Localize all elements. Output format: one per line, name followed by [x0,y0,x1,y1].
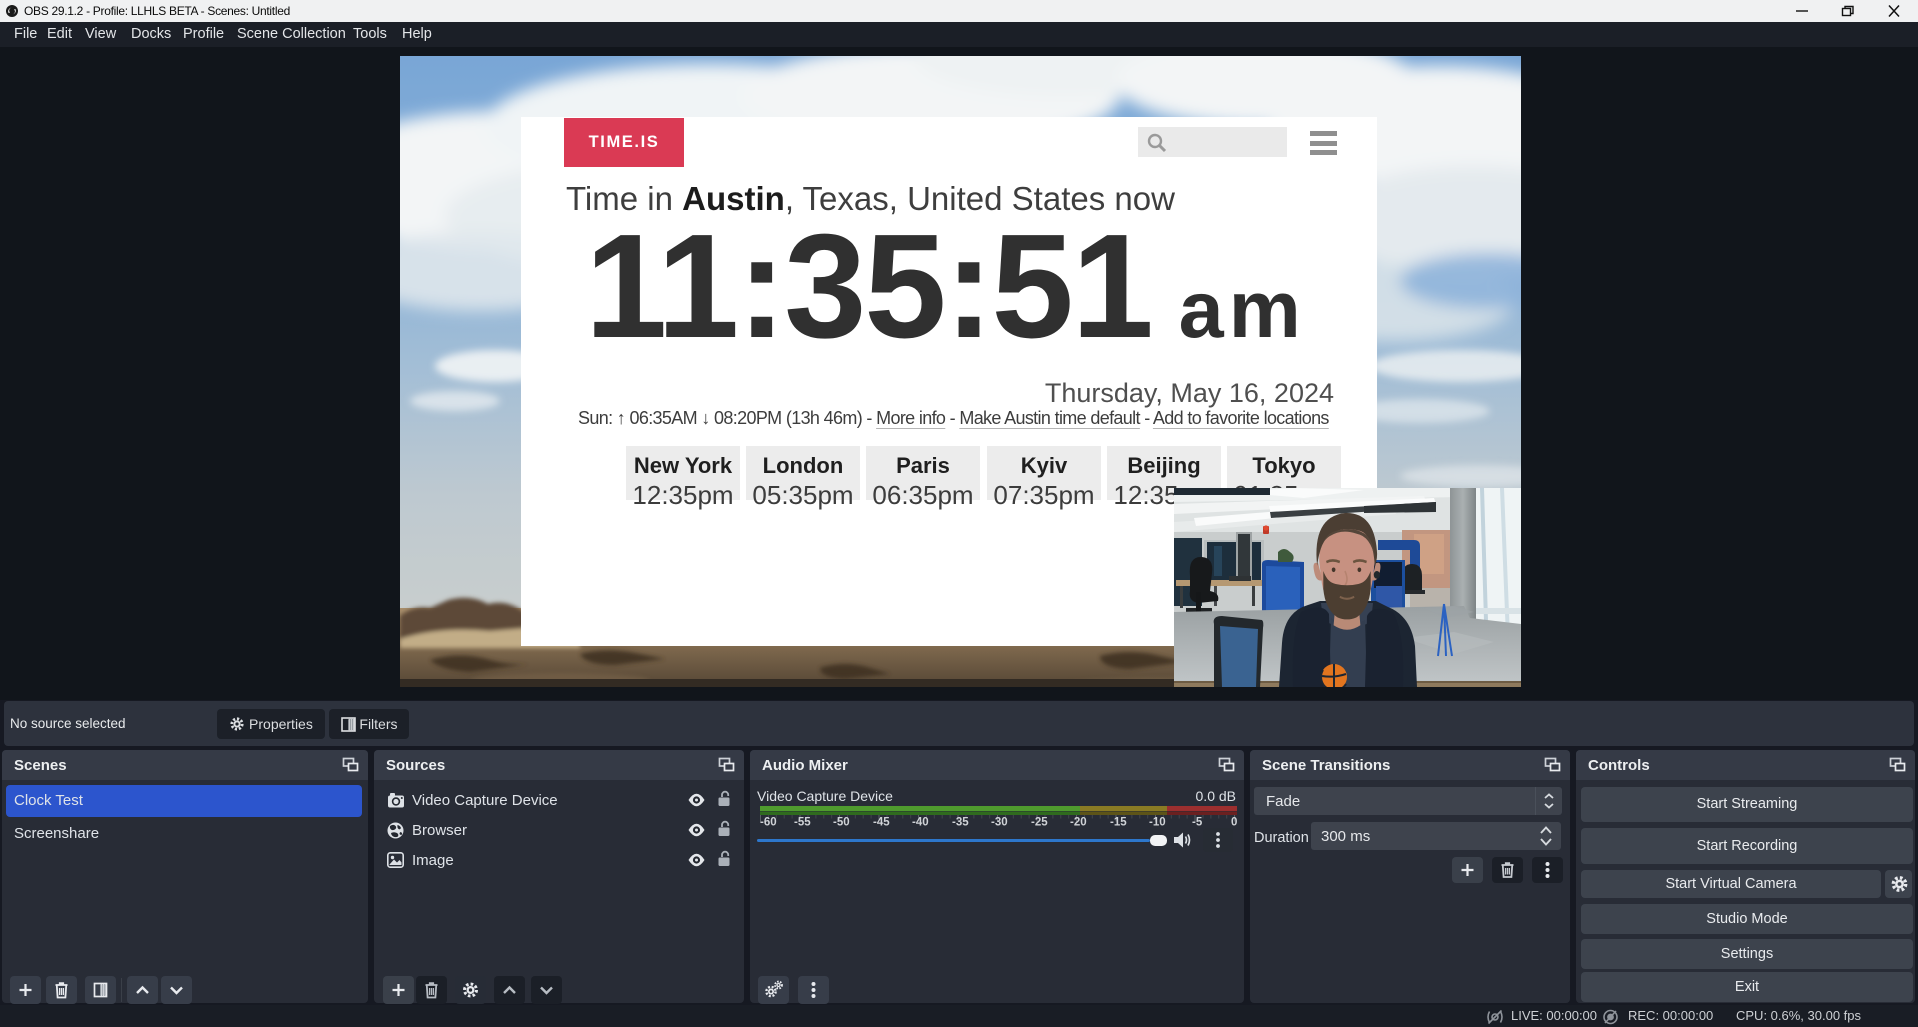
svg-text:-60: -60 [760,817,777,829]
svg-text:-45: -45 [873,817,890,829]
svg-text:0: 0 [1231,817,1237,829]
svg-text:-40: -40 [912,817,929,829]
svg-text:-55: -55 [794,817,811,829]
svg-text:-10: -10 [1149,817,1166,829]
svg-text:-20: -20 [1070,817,1087,829]
svg-text:-50: -50 [833,817,850,829]
svg-text:-5: -5 [1192,817,1203,829]
svg-text:-15: -15 [1110,817,1127,829]
svg-text:-30: -30 [991,817,1008,829]
svg-text:-35: -35 [952,817,969,829]
svg-text:-25: -25 [1031,817,1048,829]
